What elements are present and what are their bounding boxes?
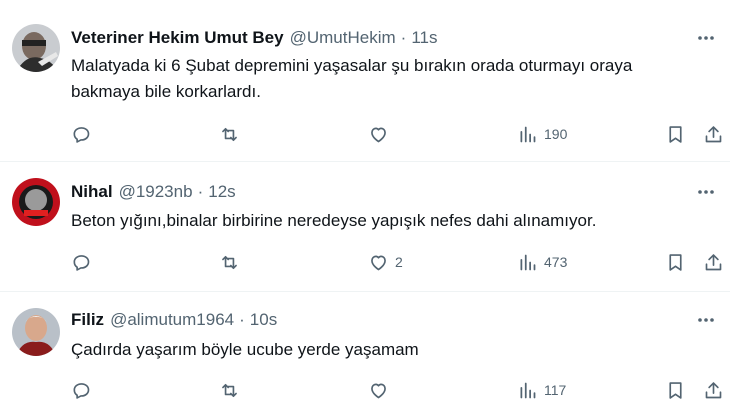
action-bar: 190 bbox=[71, 120, 726, 148]
tweet[interactable]: Filiz @alimutum1964 · 10s Çadırda yaşarı… bbox=[0, 292, 730, 420]
timestamp[interactable]: 11s bbox=[411, 28, 437, 48]
author-name[interactable]: Veteriner Hekim Umut Bey bbox=[71, 28, 284, 48]
tweet-text: Malatyada ki 6 Şubat depremini yaşasalar… bbox=[71, 56, 633, 101]
retweet-icon bbox=[222, 383, 237, 397]
more-options-button[interactable] bbox=[694, 308, 718, 332]
author-name[interactable]: Filiz bbox=[71, 310, 104, 330]
reply-button[interactable] bbox=[71, 248, 92, 276]
share-button[interactable] bbox=[703, 248, 724, 276]
views-button[interactable]: 473 bbox=[517, 248, 567, 276]
views-bar-icon bbox=[520, 254, 536, 270]
action-bar: 2 473 bbox=[71, 248, 726, 276]
tweet-header: Filiz @alimutum1964 · 10s bbox=[71, 308, 277, 332]
retweet-button[interactable] bbox=[219, 376, 240, 404]
reply-button[interactable] bbox=[71, 376, 92, 404]
share-icon bbox=[705, 125, 722, 142]
views-bar-icon bbox=[520, 382, 536, 398]
more-horizontal-icon bbox=[698, 318, 714, 322]
avatar[interactable] bbox=[12, 308, 60, 356]
bookmark-icon bbox=[669, 125, 682, 143]
views-button[interactable]: 190 bbox=[517, 120, 567, 148]
tweet-header: Nihal @1923nb · 12s bbox=[71, 180, 236, 204]
author-handle[interactable]: @UmutHekim bbox=[290, 28, 396, 48]
tweet-header: Veteriner Hekim Umut Bey @UmutHekim · 11… bbox=[71, 26, 437, 50]
reply-button[interactable] bbox=[71, 120, 92, 148]
view-count: 473 bbox=[544, 254, 568, 270]
bookmark-icon bbox=[669, 253, 682, 271]
like-button[interactable] bbox=[368, 376, 395, 404]
heart-icon bbox=[371, 255, 386, 270]
more-options-button[interactable] bbox=[694, 180, 718, 204]
reply-icon bbox=[73, 382, 90, 399]
tweet-text: Çadırda yaşarım böyle ucube yerde yaşama… bbox=[71, 340, 419, 359]
views-button[interactable]: 117 bbox=[517, 376, 566, 404]
view-count: 190 bbox=[544, 126, 568, 142]
avatar[interactable] bbox=[12, 24, 60, 72]
separator-dot: · bbox=[239, 310, 245, 329]
heart-icon bbox=[371, 383, 386, 398]
bookmark-button[interactable] bbox=[665, 120, 686, 148]
reply-icon bbox=[73, 254, 90, 271]
views-bar-icon bbox=[520, 126, 536, 142]
separator-dot: · bbox=[400, 28, 407, 47]
action-bar: 117 bbox=[71, 376, 726, 404]
more-horizontal-icon bbox=[698, 190, 714, 194]
timestamp[interactable]: 12s bbox=[208, 182, 235, 202]
like-button[interactable] bbox=[368, 120, 395, 148]
timestamp[interactable]: 10s bbox=[250, 310, 277, 330]
heart-icon bbox=[371, 127, 386, 142]
share-icon bbox=[705, 381, 722, 398]
tweet-text: Beton yığını,binalar birbirine neredeyse… bbox=[71, 211, 597, 230]
share-icon bbox=[705, 253, 722, 270]
like-button[interactable]: 2 bbox=[368, 248, 403, 276]
bookmark-button[interactable] bbox=[665, 376, 686, 404]
like-count: 2 bbox=[395, 254, 403, 270]
author-handle[interactable]: @1923nb bbox=[119, 182, 193, 202]
bookmark-button[interactable] bbox=[665, 248, 686, 276]
reply-icon bbox=[73, 126, 90, 143]
bookmark-icon bbox=[669, 381, 682, 399]
retweet-button[interactable] bbox=[219, 120, 240, 148]
share-button[interactable] bbox=[703, 376, 724, 404]
retweet-icon bbox=[222, 127, 237, 141]
tweet[interactable]: Veteriner Hekim Umut Bey @UmutHekim · 11… bbox=[0, 0, 730, 162]
more-options-button[interactable] bbox=[694, 26, 718, 50]
author-name[interactable]: Nihal bbox=[71, 182, 113, 202]
retweet-button[interactable] bbox=[219, 248, 240, 276]
author-handle[interactable]: @alimutum1964 bbox=[110, 310, 234, 330]
avatar[interactable] bbox=[12, 178, 60, 226]
retweet-icon bbox=[222, 255, 237, 269]
tweet[interactable]: Nihal @1923nb · 12s Beton yığını,binalar… bbox=[0, 162, 730, 292]
view-count: 117 bbox=[544, 382, 567, 398]
more-horizontal-icon bbox=[698, 36, 714, 40]
separator-dot: · bbox=[197, 182, 204, 201]
share-button[interactable] bbox=[703, 120, 724, 148]
